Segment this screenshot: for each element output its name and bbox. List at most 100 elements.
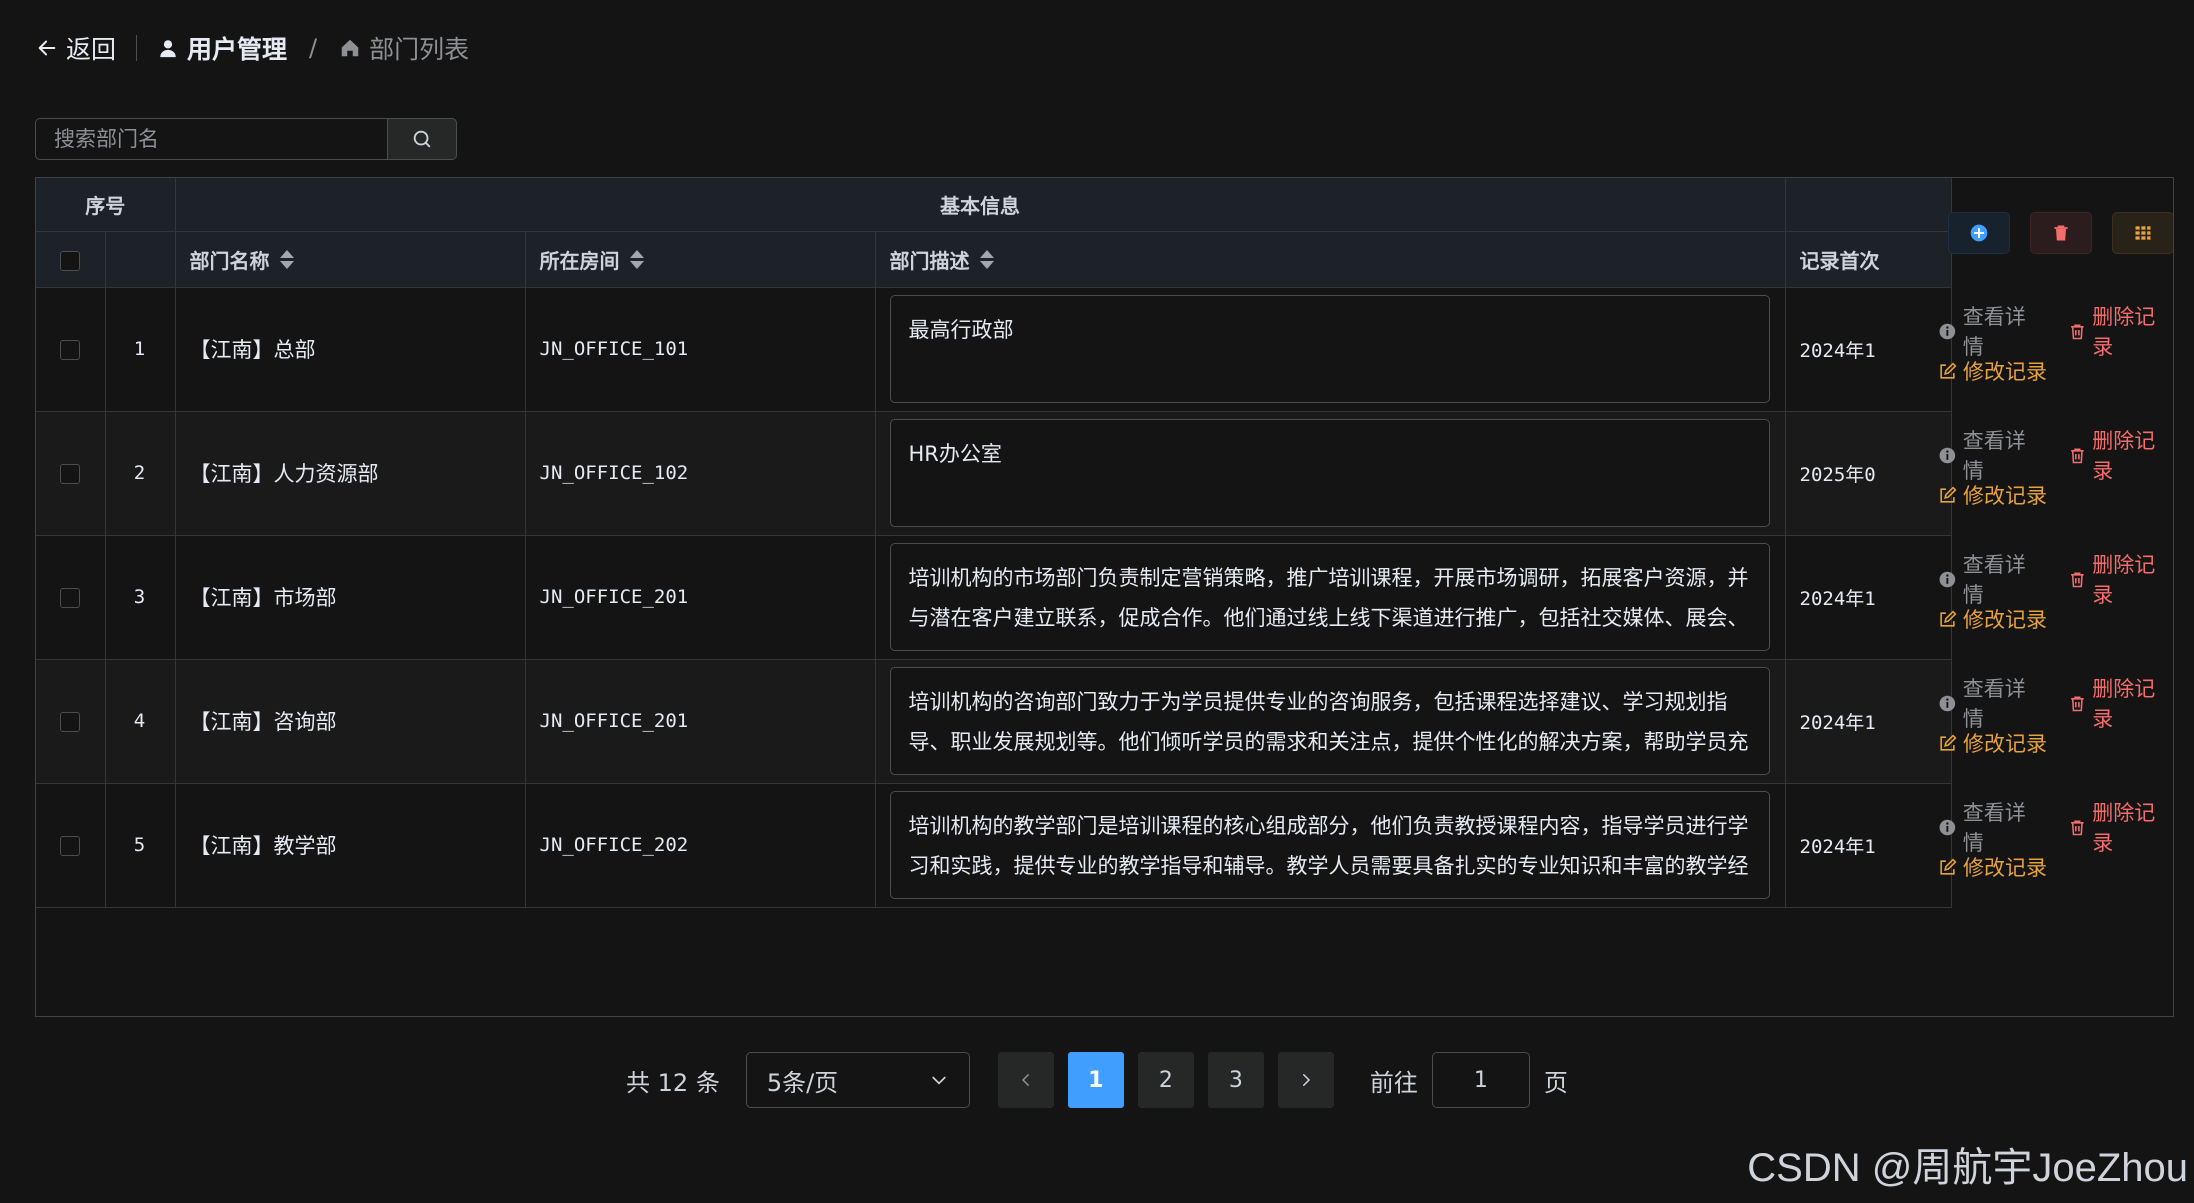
row-select-cell — [36, 535, 106, 660]
toolbar — [1916, 178, 2173, 287]
batch-delete-button[interactable] — [2030, 211, 2092, 254]
info-icon — [1939, 819, 1956, 835]
description-textarea[interactable]: 最高行政部 — [889, 295, 1770, 403]
view-detail-link[interactable]: 查看详情 — [1938, 673, 2046, 733]
search-button[interactable] — [387, 118, 457, 160]
breadcrumb-label: 部门列表 — [369, 35, 470, 64]
column-header-room[interactable]: 所在房间 — [525, 231, 876, 288]
description-cell: 培训机构的教学部门是培训课程的核心组成部分，他们负责教授课程内容，指导学员进行学… — [875, 783, 1786, 908]
delete-record-link[interactable]: 删除记录 — [2068, 425, 2174, 485]
action-label: 删除记录 — [2092, 429, 2156, 483]
page-size-select[interactable]: 5条/页 — [745, 1052, 970, 1108]
column-setting-button[interactable] — [2112, 211, 2173, 254]
trash-icon — [2054, 225, 2068, 240]
total-prefix: 共 — [626, 1068, 650, 1097]
row-index: 1 — [105, 287, 176, 412]
view-detail-link[interactable]: 查看详情 — [1938, 425, 2046, 485]
row-index: 5 — [105, 783, 176, 908]
action-label: 查看详情 — [1962, 677, 2026, 731]
page-button-1[interactable]: 1 — [1067, 1052, 1124, 1108]
edit-record-link[interactable]: 修改记录 — [1938, 604, 2047, 634]
top-bar: 返回 用户管理 / 部门列表 — [36, 22, 469, 74]
sort-icon[interactable] — [629, 249, 644, 269]
delete-record-link[interactable]: 删除记录 — [2068, 797, 2174, 857]
edit-record-link[interactable]: 修改记录 — [1938, 728, 2047, 758]
column-label: 所在房间 — [539, 248, 620, 273]
total-suffix: 条 — [695, 1068, 720, 1097]
breadcrumb-user-management[interactable]: 用户管理 — [157, 30, 287, 66]
index-header — [105, 231, 176, 288]
row-checkbox[interactable] — [59, 464, 80, 484]
column-header-name[interactable]: 部门名称 — [175, 231, 526, 288]
row-checkbox[interactable] — [59, 836, 80, 856]
description-cell: HR办公室 — [875, 411, 1786, 536]
row-checkbox[interactable] — [59, 340, 80, 360]
view-detail-link[interactable]: 查看详情 — [1938, 301, 2046, 361]
breadcrumb-label: 用户管理 — [187, 35, 288, 64]
grid-icon — [2135, 225, 2151, 240]
operations-column: 查看详情 删除记录 修改记录 查看详情 删除记录 修改记录 查看详情 删除记录 … — [1916, 178, 2174, 907]
sort-icon[interactable] — [279, 249, 294, 269]
page-size-value: 5条/页 — [766, 1068, 839, 1097]
info-icon — [1939, 571, 1956, 587]
action-label: 修改记录 — [1963, 360, 2047, 384]
row-actions: 查看详情 删除记录 修改记录 — [1916, 535, 2174, 659]
table-row: 4 【江南】咨询部 JN_OFFICE_201 培训机构的咨询部门致力于为学员提… — [36, 659, 1952, 784]
back-button[interactable]: 返回 — [36, 30, 116, 66]
row-checkbox[interactable] — [59, 588, 80, 608]
department-name: 【江南】咨询部 — [175, 659, 526, 784]
breadcrumb-department-list: 部门列表 — [339, 30, 469, 66]
delete-record-link[interactable]: 删除记录 — [2068, 549, 2174, 609]
add-button[interactable] — [1948, 211, 2010, 254]
goto-page-input[interactable] — [1431, 1052, 1530, 1108]
plus-circle-icon — [1970, 224, 1988, 241]
column-label: 部门描述 — [889, 248, 970, 273]
pagination: 共 12 条 5条/页 1 2 3 前往 页 — [626, 1052, 1568, 1108]
edit-record-link[interactable]: 修改记录 — [1938, 852, 2047, 882]
user-icon — [160, 40, 176, 58]
total-count: 共 12 条 — [626, 1063, 720, 1098]
description-textarea[interactable]: 培训机构的咨询部门致力于为学员提供专业的咨询服务，包括课程选择建议、学习规划指导… — [889, 667, 1770, 775]
action-label: 修改记录 — [1963, 484, 2047, 508]
sort-icon[interactable] — [979, 249, 994, 269]
search-input[interactable] — [35, 118, 387, 160]
info-icon — [1939, 695, 1956, 711]
select-all-checkbox[interactable] — [59, 250, 80, 271]
row-index: 2 — [105, 411, 176, 536]
group-header-basic: 基本信息 — [175, 178, 1786, 232]
edit-record-link[interactable]: 修改记录 — [1938, 480, 2047, 510]
search-bar — [35, 118, 457, 160]
description-textarea[interactable]: HR办公室 — [889, 419, 1770, 527]
prev-page-button[interactable] — [997, 1052, 1054, 1108]
column-header-desc[interactable]: 部门描述 — [875, 231, 1786, 288]
row-index: 4 — [105, 659, 176, 784]
trash-icon — [2070, 571, 2084, 587]
description-textarea[interactable]: 培训机构的教学部门是培训课程的核心组成部分，他们负责教授课程内容，指导学员进行学… — [889, 791, 1770, 899]
chevron-right-icon — [1302, 1074, 1310, 1086]
department-name: 【江南】教学部 — [175, 783, 526, 908]
edit-icon — [1940, 609, 1957, 627]
delete-record-link[interactable]: 删除记录 — [2068, 301, 2174, 361]
action-label: 修改记录 — [1963, 732, 2047, 756]
description-cell: 培训机构的市场部门负责制定营销策略，推广培训课程，开展市场调研，拓展客户资源，并… — [875, 535, 1786, 660]
row-select-cell — [36, 659, 106, 784]
column-label: 部门名称 — [189, 248, 270, 273]
next-page-button[interactable] — [1277, 1052, 1334, 1108]
table-row: 2 【江南】人力资源部 JN_OFFICE_102 HR办公室 2025年0 — [36, 411, 1952, 536]
action-label: 查看详情 — [1962, 801, 2026, 855]
row-checkbox[interactable] — [59, 712, 80, 732]
trash-icon — [2070, 447, 2084, 463]
description-textarea[interactable]: 培训机构的市场部门负责制定营销策略，推广培训课程，开展市场调研，拓展客户资源，并… — [889, 543, 1770, 651]
action-label: 查看详情 — [1962, 429, 2026, 483]
edit-record-link[interactable]: 修改记录 — [1938, 356, 2047, 386]
row-actions: 查看详情 删除记录 修改记录 — [1916, 659, 2174, 783]
select-all-cell — [36, 231, 106, 288]
page-button-3[interactable]: 3 — [1207, 1052, 1264, 1108]
table-row: 3 【江南】市场部 JN_OFFICE_201 培训机构的市场部门负责制定营销策… — [36, 535, 1952, 660]
view-detail-link[interactable]: 查看详情 — [1938, 549, 2046, 609]
department-room: JN_OFFICE_101 — [525, 287, 876, 412]
delete-record-link[interactable]: 删除记录 — [2068, 673, 2174, 733]
goto-prefix: 前往 — [1369, 1068, 1418, 1097]
view-detail-link[interactable]: 查看详情 — [1938, 797, 2046, 857]
page-button-2[interactable]: 2 — [1137, 1052, 1194, 1108]
